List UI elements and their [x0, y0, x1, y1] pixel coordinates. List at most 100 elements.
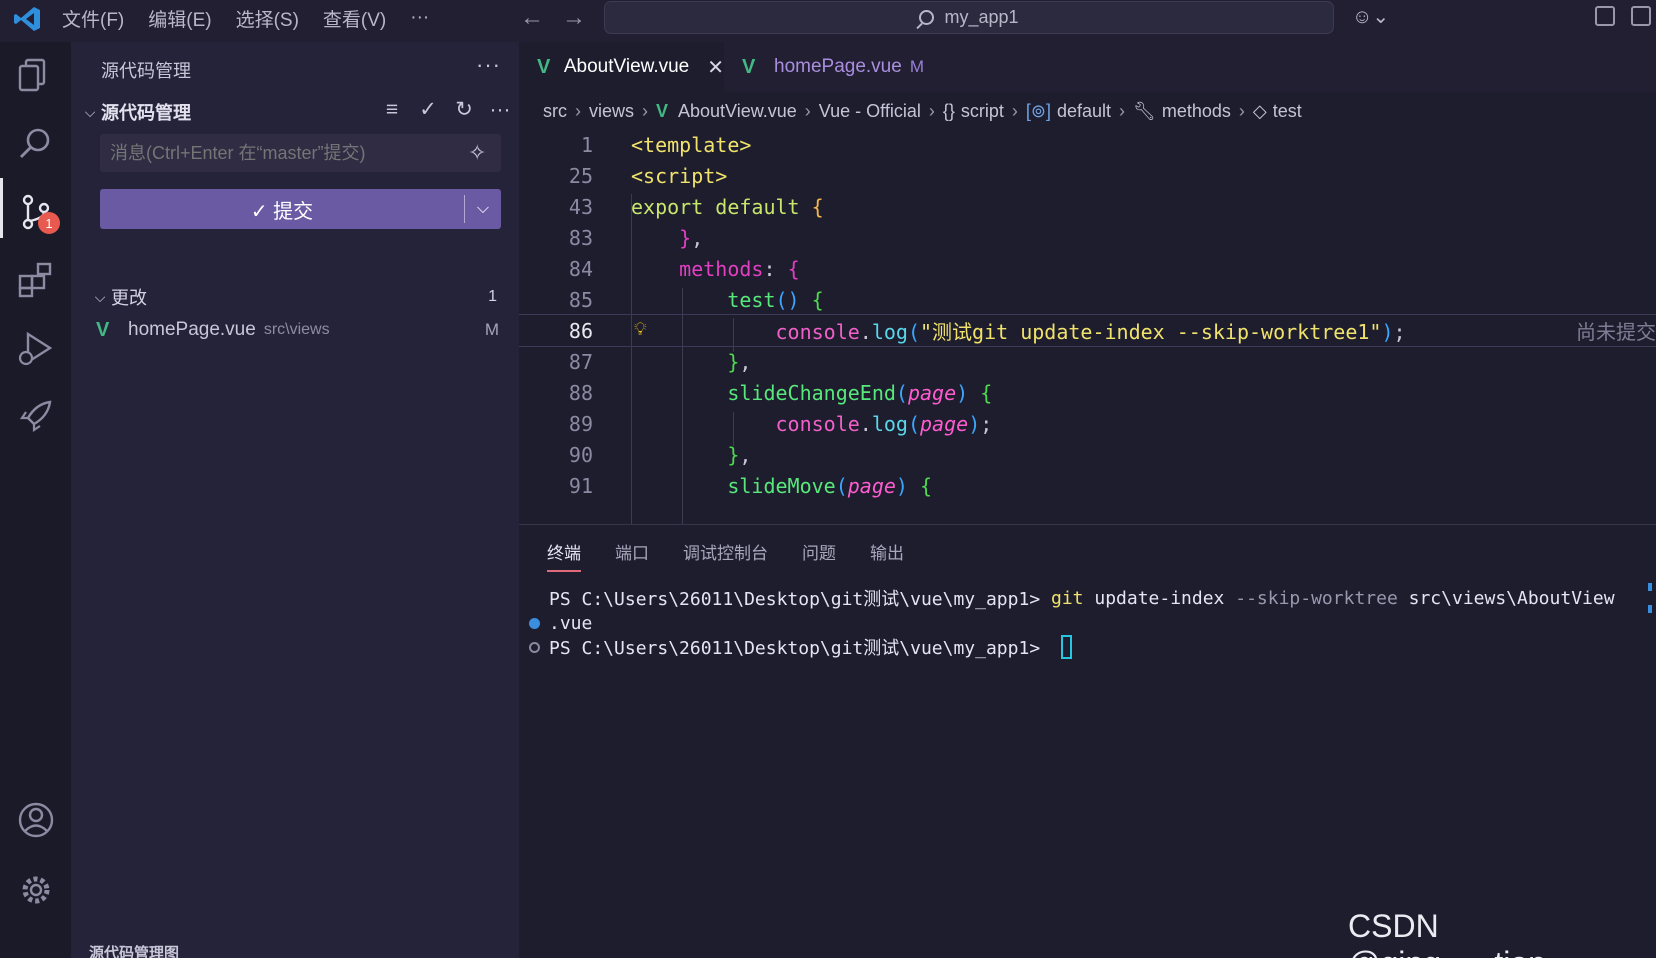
toggle-sidebar-icon[interactable]	[1631, 6, 1651, 26]
tab-ports[interactable]: 端口	[615, 539, 649, 572]
line-number: 86	[568, 318, 593, 343]
menu-selection[interactable]: 选择(S)	[236, 5, 299, 32]
commit-button[interactable]: ✓ 提交 ⌵	[100, 189, 501, 229]
line-number: 43	[568, 194, 593, 219]
section-more-icon[interactable]: ···	[489, 98, 511, 122]
commit-message-input[interactable]	[100, 134, 501, 172]
changes-group[interactable]: ⌵ 更改 1	[89, 282, 511, 312]
terminal-line: PS C:\Users\26011\Desktop\git测试\vue\my_a…	[549, 585, 1615, 611]
code-text: slideChangeEnd(page) {	[727, 380, 993, 405]
scm-badge: 1	[38, 212, 60, 234]
tab-problems[interactable]: 问题	[802, 539, 836, 572]
inline-blame: 尚未提交	[1576, 320, 1656, 344]
breadcrumb-item[interactable]: views	[589, 101, 634, 122]
code-text: },	[679, 225, 704, 250]
code-line: 25 <script>	[519, 159, 1656, 192]
chevron-down-icon: ⌵	[94, 288, 106, 305]
vue-file-icon: V	[656, 100, 669, 121]
title-bar: 文件(F) 编辑(E) 选择(S) 查看(V) ··· ← → my_app1 …	[0, 0, 1656, 42]
forward-arrow-icon[interactable]: →	[562, 4, 586, 32]
tab-aboutview[interactable]: V AboutView.vue ✕	[519, 42, 724, 92]
tab-homepage[interactable]: V homePage.vue M	[724, 42, 944, 92]
code-line: 89 console.log(page);	[519, 407, 1656, 440]
code-line: 85 test() {	[519, 283, 1656, 316]
code-line: 83 },	[519, 221, 1656, 254]
code-line: 90 },	[519, 438, 1656, 471]
breadcrumb-item[interactable]: src	[543, 101, 567, 122]
file-status: M	[484, 320, 499, 339]
breadcrumb-item[interactable]: test	[1273, 101, 1302, 122]
code-text: <template>	[631, 132, 752, 157]
code-line: 88 slideChangeEnd(page) {	[519, 376, 1656, 409]
terminal-cmd-sub: update-index	[1083, 587, 1236, 609]
code-line: 87 },	[519, 345, 1656, 378]
refresh-icon[interactable]: ↻	[453, 97, 475, 122]
code-line: 43 export default {	[519, 190, 1656, 223]
terminal-scroll-markers	[1648, 583, 1652, 613]
watermark: CSDN @qing___tian_	[1348, 908, 1564, 958]
tab-terminal[interactable]: 终端	[547, 539, 581, 572]
commit-check-icon[interactable]: ✓	[417, 97, 439, 122]
tab-debug-console[interactable]: 调试控制台	[683, 539, 768, 572]
account-icon[interactable]	[16, 800, 56, 840]
vscode-logo-icon	[14, 7, 40, 31]
more-actions-icon[interactable]: ···	[476, 52, 501, 78]
menu-bar: 文件(F) 编辑(E) 选择(S) 查看(V) ···	[62, 0, 453, 36]
back-arrow-icon[interactable]: ←	[520, 4, 544, 32]
command-pending-dot[interactable]	[529, 642, 540, 653]
command-center-search[interactable]: my_app1	[604, 1, 1334, 34]
run-debug-icon[interactable]	[16, 328, 56, 368]
line-number: 89	[568, 411, 593, 436]
menu-more[interactable]: ···	[410, 7, 429, 29]
scm-section-title: 源代码管理	[101, 103, 191, 123]
code-line: 91 slideMove(page) {	[519, 469, 1656, 502]
vue-file-icon: V	[537, 55, 551, 78]
source-control-sidebar: 源代码管理 ··· ⌵ 源代码管理 ≡ ✓ ↻ ··· ✧ ✓ 提交 ⌵ ⌵ 更…	[71, 42, 519, 958]
extensions-icon[interactable]	[16, 260, 56, 300]
tab-label: homePage.vue	[774, 56, 902, 77]
command-success-dot[interactable]	[529, 618, 540, 629]
commit-dropdown-chevron-icon[interactable]: ⌵	[465, 200, 501, 218]
line-number: 25	[568, 163, 593, 188]
view-as-list-icon[interactable]: ≡	[381, 98, 403, 122]
scm-graph-section[interactable]: 源代码管理图	[89, 942, 179, 958]
breadcrumb-item[interactable]: methods	[1162, 101, 1231, 122]
copilot-icon[interactable]: ☺⌄	[1352, 4, 1389, 29]
method-cube-icon: ◇	[1252, 100, 1267, 121]
active-indicator	[0, 178, 3, 238]
settings-gear-icon[interactable]	[16, 870, 56, 910]
search-activity-icon[interactable]	[16, 124, 56, 164]
menu-view[interactable]: 查看(V)	[323, 5, 386, 32]
search-text: my_app1	[944, 7, 1019, 27]
layout-customize-icon[interactable]	[1595, 6, 1615, 26]
code-text: },	[727, 349, 752, 374]
code-text: test() {	[727, 287, 824, 312]
explorer-icon[interactable]	[16, 54, 56, 94]
changes-label: 更改	[111, 288, 147, 308]
editor-tabs: V AboutView.vue ✕ V homePage.vue M	[519, 42, 1656, 92]
breadcrumb-item[interactable]: script	[961, 101, 1004, 122]
line-number: 85	[568, 287, 593, 312]
breadcrumb-item[interactable]: Vue - Official	[819, 101, 921, 122]
breadcrumb: src › views › V AboutView.vue › Vue - Offic…	[543, 100, 1302, 122]
terminal-line: .vue	[549, 610, 592, 636]
breadcrumb-item[interactable]: default	[1057, 101, 1111, 122]
scm-section-header[interactable]: ⌵ 源代码管理 ≡ ✓ ↻ ···	[79, 97, 511, 127]
breadcrumb-item[interactable]: AboutView.vue	[678, 101, 797, 122]
menu-file[interactable]: 文件(F)	[62, 5, 124, 32]
rocket-icon[interactable]	[16, 396, 56, 436]
tab-label: AboutView.vue	[563, 56, 690, 77]
menu-edit[interactable]: 编辑(E)	[148, 5, 211, 32]
code-text: methods: {	[679, 256, 800, 281]
code-text: <script>	[631, 163, 728, 188]
code-editor[interactable]: 1 <template> 25 <script> 43 export defau…	[519, 128, 1656, 524]
activity-bar: 1	[0, 42, 71, 958]
file-path: src\views	[263, 321, 330, 338]
sparkle-icon[interactable]: ✧	[468, 140, 486, 166]
tab-output[interactable]: 输出	[870, 539, 904, 572]
file-name: homePage.vue	[128, 319, 256, 340]
changed-file-item[interactable]: V homePage.vue src\views M	[96, 314, 511, 346]
close-icon[interactable]: ✕	[707, 55, 724, 80]
vue-file-icon: V	[96, 318, 110, 341]
code-text: console.log("测试git update-index --skip-w…	[775, 320, 1406, 344]
